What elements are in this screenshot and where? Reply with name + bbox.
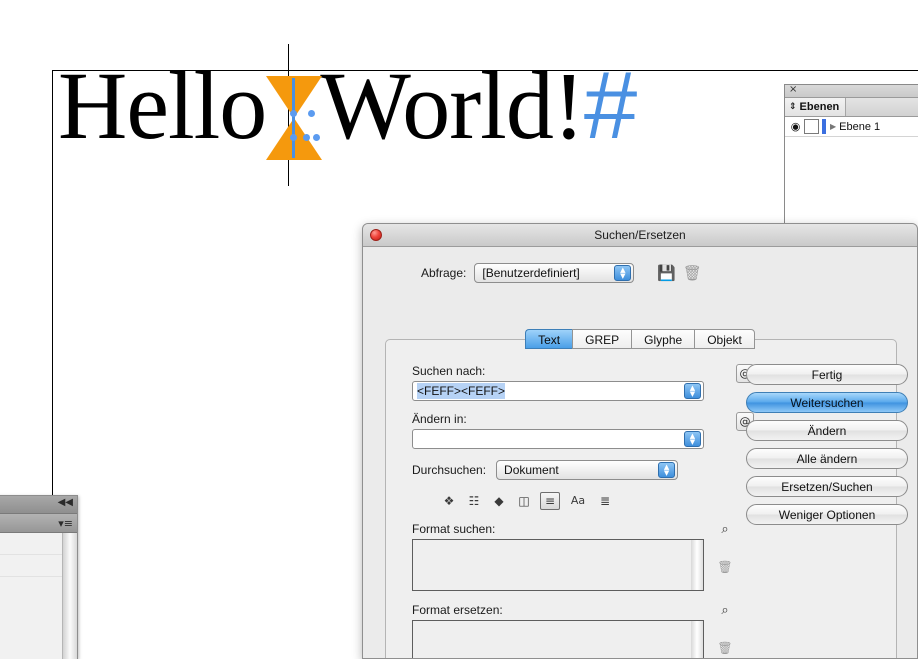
format-find-block: Format suchen: ⌕ 🗑 xyxy=(412,522,733,591)
fields-column: Suchen nach: <FEFF><FEFF> ▲ ▼ @ Ändern in… xyxy=(412,364,754,658)
format-change-label: Format ersetzen: xyxy=(412,603,503,617)
include-locked-stories-icon[interactable]: ☷ xyxy=(465,493,483,509)
clear-format-find-icon[interactable]: 🗑 xyxy=(717,560,732,574)
specify-format-change-icon[interactable]: ⌕ xyxy=(721,603,728,618)
tab-glyphe[interactable]: Glyphe xyxy=(631,329,695,349)
query-select[interactable]: [Benutzerdefiniert] ▲ ▼ xyxy=(474,263,635,283)
app-window: Hello World!# × ⇕ Ebenen ◉ ▶ Ebene 1 ◀◀ … xyxy=(0,0,918,659)
tab-panel-text: Suchen nach: <FEFF><FEFF> ▲ ▼ @ Ändern in… xyxy=(385,339,908,658)
invisible-char-dot xyxy=(303,134,310,141)
change-field-block: Ändern in: ▲ ▼ @ xyxy=(412,412,754,449)
scope-select[interactable]: Dokument ▲ ▼ xyxy=(496,460,679,480)
tab-objekt[interactable]: Objekt xyxy=(694,329,755,349)
format-change-actions: ⌕ 🗑 xyxy=(714,603,736,655)
specify-format-find-icon[interactable]: ⌕ xyxy=(721,522,728,537)
tab-ebenen[interactable]: ⇕ Ebenen xyxy=(785,98,847,116)
close-button[interactable] xyxy=(370,229,382,241)
layer-name[interactable]: Ebene 1 xyxy=(839,121,880,133)
text-caret xyxy=(292,78,295,158)
invisible-char-dot xyxy=(308,110,315,117)
change-button[interactable]: Ändern xyxy=(746,420,908,441)
find-change-dialog[interactable]: Suchen/Ersetzen Abfrage: [Benutzerdefini… xyxy=(362,223,918,659)
layer-row[interactable]: ◉ ▶ Ebene 1 xyxy=(785,117,918,137)
format-find-label: Format suchen: xyxy=(412,522,496,536)
include-footnotes-icon[interactable]: ≡ xyxy=(540,492,560,510)
layer-color-swatch xyxy=(822,119,826,134)
stepper-arrows-icon[interactable]: ▲ ▼ xyxy=(614,265,632,281)
save-query-icon[interactable]: 💾 xyxy=(656,264,676,282)
format-find-actions: ⌕ 🗑 xyxy=(714,522,736,574)
panel-menu-icon[interactable]: ▾≡ xyxy=(58,515,73,532)
whole-word-icon[interactable]: ≣ xyxy=(596,493,614,509)
query-select-value: [Benutzerdefiniert] xyxy=(482,266,580,280)
case-sensitive-icon[interactable]: Aa xyxy=(567,493,589,509)
stepper-arrows-icon[interactable]: ▲ ▼ xyxy=(684,431,701,447)
scope-row: Durchsuchen: Dokument ▲ ▼ xyxy=(412,460,732,480)
find-input-value: <FEFF><FEFF> xyxy=(417,383,506,399)
format-find-bevel xyxy=(691,540,703,590)
clear-format-change-icon[interactable]: 🗑 xyxy=(717,641,732,655)
panel-scrollbar[interactable] xyxy=(62,533,77,659)
fewer-options-button[interactable]: Weniger Optionen xyxy=(746,504,908,525)
query-label: Abfrage: xyxy=(421,266,467,280)
layers-panel[interactable]: × ⇕ Ebenen ◉ ▶ Ebene 1 xyxy=(784,84,918,229)
dialog-titlebar[interactable]: Suchen/Ersetzen xyxy=(363,224,917,247)
invisible-char-dot xyxy=(313,134,320,141)
format-change-bevel xyxy=(691,621,703,658)
eye-icon[interactable]: ◉ xyxy=(787,120,804,133)
chevron-right-icon[interactable]: ▶ xyxy=(830,122,836,131)
scope-select-value: Dokument xyxy=(504,463,559,477)
format-change-area[interactable] xyxy=(412,620,704,658)
layers-list[interactable]: ◉ ▶ Ebene 1 xyxy=(785,117,918,229)
end-of-story-marker: # xyxy=(583,52,637,159)
dialog-title: Suchen/Ersetzen xyxy=(594,228,686,242)
invisible-char-dot xyxy=(290,110,297,117)
scope-label: Durchsuchen: xyxy=(412,463,487,477)
headline-part-2: World! xyxy=(320,52,585,159)
change-find-button[interactable]: Ersetzen/Suchen xyxy=(746,476,908,497)
change-field-label: Ändern in: xyxy=(412,412,467,426)
format-change-block: Format ersetzen: ⌕ 🗑 xyxy=(412,603,733,658)
change-input[interactable]: ▲ ▼ xyxy=(412,429,704,449)
tab-grep[interactable]: GREP xyxy=(572,329,632,349)
find-input[interactable]: <FEFF><FEFF> ▲ ▼ xyxy=(412,381,704,401)
invisible-char-dot xyxy=(290,134,297,141)
change-all-button[interactable]: Alle ändern xyxy=(746,448,908,469)
format-find-area[interactable] xyxy=(412,539,704,591)
tab-ebenen-label: Ebenen xyxy=(799,101,840,113)
search-options-toolbar: ❖ ☷ ◆ ◫ ≡ Aa ≣ xyxy=(440,492,732,510)
query-row: Abfrage: [Benutzerdefiniert] ▲ ▼ 💾 🗑 xyxy=(363,263,917,283)
panel-header-bar[interactable]: ▾≡ xyxy=(0,514,77,533)
collapse-icon[interactable]: ◀◀ xyxy=(58,497,73,508)
panel-collapse-bar[interactable]: ◀◀ xyxy=(0,496,77,514)
include-locked-layers-icon[interactable]: ❖ xyxy=(440,493,458,509)
delete-query-icon[interactable]: 🗑 xyxy=(682,264,702,282)
stepper-arrows-icon[interactable]: ▲ ▼ xyxy=(684,383,701,399)
tab-text[interactable]: Text xyxy=(525,329,573,349)
panel-grip-icon: ⇕ xyxy=(789,102,797,112)
dialog-buttons: Fertig Weitersuchen Ändern Alle ändern E… xyxy=(746,364,908,525)
dialog-body: Abfrage: [Benutzerdefiniert] ▲ ▼ 💾 🗑 Text… xyxy=(363,263,917,658)
lock-toggle[interactable] xyxy=(804,119,819,134)
page-edge-left xyxy=(52,70,53,520)
include-master-pages-icon[interactable]: ◫ xyxy=(515,493,533,509)
done-button[interactable]: Fertig xyxy=(746,364,908,385)
layers-panel-closebar: × xyxy=(785,84,918,98)
headline-text[interactable]: Hello World!# xyxy=(58,58,637,154)
layers-panel-tabrow: ⇕ Ebenen xyxy=(785,98,918,117)
headline-part-1: Hello xyxy=(58,52,267,159)
find-field-block: Suchen nach: <FEFF><FEFF> ▲ ▼ @ xyxy=(412,364,754,401)
find-next-button[interactable]: Weitersuchen xyxy=(746,392,908,413)
panel-list[interactable] xyxy=(0,533,77,659)
dialog-tabs: Text GREP Glyphe Objekt xyxy=(363,329,917,349)
include-hidden-layers-icon[interactable]: ◆ xyxy=(490,493,508,509)
docked-panel[interactable]: ◀◀ ▾≡ xyxy=(0,495,78,659)
find-field-label: Suchen nach: xyxy=(412,364,486,378)
close-icon[interactable]: × xyxy=(789,84,797,96)
stepper-arrows-icon[interactable]: ▲ ▼ xyxy=(658,462,676,478)
